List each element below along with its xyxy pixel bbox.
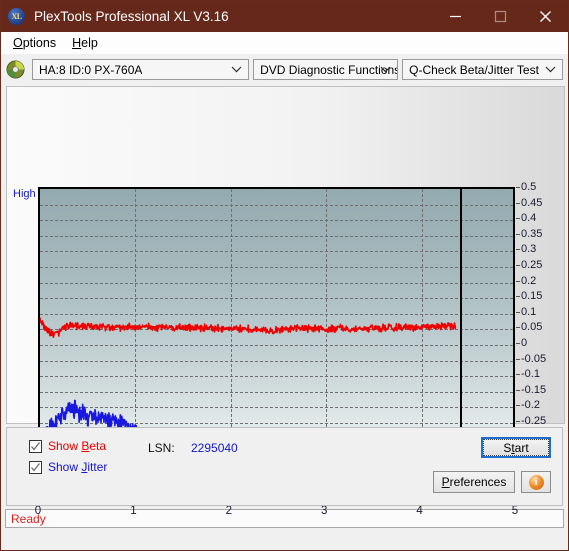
lsn-label: LSN: bbox=[148, 441, 175, 455]
preferences-button[interactable]: Preferences bbox=[433, 471, 515, 493]
maximize-icon[interactable] bbox=[478, 1, 523, 32]
y-axis-tick-label: 0 bbox=[521, 337, 528, 349]
xl-logo-icon: XL bbox=[8, 8, 25, 25]
minimize-icon[interactable] bbox=[433, 1, 478, 32]
y-axis-tick-mark bbox=[516, 311, 520, 313]
function-select-value: DVD Diagnostic Functions bbox=[260, 62, 398, 77]
window-title: PlexTools Professional XL V3.16 bbox=[34, 9, 229, 24]
menu-item-help[interactable]: Help bbox=[66, 34, 108, 52]
test-select[interactable]: Q-Check Beta/Jitter Test bbox=[402, 59, 563, 80]
function-select[interactable]: DVD Diagnostic Functions bbox=[253, 59, 399, 80]
chart-panel: High Low 0.50.450.40.350.30.250.20.150.1… bbox=[1, 85, 568, 517]
show-beta-label-post: eta bbox=[89, 439, 107, 453]
application-window: XL PlexTools Professional XL V3.16 Optio… bbox=[0, 0, 569, 551]
start-button-inner: St art bbox=[483, 439, 549, 456]
show-jitter-label: Show Jitter bbox=[48, 460, 107, 474]
y-axis-tick-mark bbox=[516, 405, 520, 407]
axis-label-high: High bbox=[13, 188, 36, 200]
status-bar: Ready bbox=[5, 509, 564, 528]
y-axis-tick-label: 0.4 bbox=[521, 212, 537, 225]
y-axis-tick-label: 0.45 bbox=[521, 196, 543, 209]
show-beta-label-pre: Show bbox=[48, 439, 82, 453]
chart-canvas: High Low 0.50.450.40.350.30.250.20.150.1… bbox=[6, 86, 565, 517]
optical-disc-icon bbox=[6, 60, 25, 79]
trace-beta bbox=[40, 317, 457, 338]
menu-bar: Options Help bbox=[1, 32, 568, 54]
show-jitter-checkbox[interactable] bbox=[29, 460, 42, 474]
y-axis-tick-mark bbox=[516, 296, 520, 298]
show-beta-checkbox[interactable] bbox=[29, 439, 42, 453]
chevron-down-icon bbox=[380, 60, 391, 79]
y-axis-tick-label: 0.1 bbox=[521, 305, 537, 318]
toolbar: HA:8 ID:0 PX-760A DVD Diagnostic Functio… bbox=[1, 54, 568, 85]
y-axis-tick-mark bbox=[516, 187, 520, 188]
chevron-down-icon bbox=[231, 60, 242, 79]
preferences-button-label-accel: P bbox=[441, 475, 450, 489]
x-axis-tick-label: 1 bbox=[130, 505, 137, 517]
preferences-button-label-post: references bbox=[449, 475, 507, 489]
info-icon-glyph: i bbox=[534, 476, 538, 488]
y-axis-tick-mark bbox=[516, 218, 520, 220]
y-axis-tick-label: 0.25 bbox=[521, 259, 543, 271]
start-button[interactable]: St art bbox=[481, 437, 551, 458]
show-beta-label: Show Beta bbox=[48, 439, 106, 453]
lsn-value: 2295040 bbox=[191, 441, 238, 455]
y-axis-tick-mark bbox=[516, 358, 520, 360]
show-beta-checkbox-row[interactable]: Show Beta bbox=[29, 439, 106, 453]
y-axis-tick-label: 0.15 bbox=[521, 290, 543, 303]
y-axis-tick-label: 0.3 bbox=[521, 243, 537, 256]
show-jitter-label-post: itter bbox=[87, 460, 108, 474]
x-axis-tick-label: 0 bbox=[34, 505, 42, 517]
info-button[interactable]: i bbox=[521, 471, 551, 493]
y-axis-tick-mark bbox=[516, 233, 520, 235]
start-button-label-pre: S bbox=[503, 440, 512, 455]
y-axis-tick-label: 0.35 bbox=[521, 227, 543, 240]
menu-item-options[interactable]: Options bbox=[7, 34, 66, 52]
y-axis-tick-label: -0.1 bbox=[521, 368, 540, 381]
y-axis-tick-mark bbox=[516, 343, 520, 344]
drive-select[interactable]: HA:8 ID:0 PX-760A bbox=[32, 59, 250, 80]
x-axis-tick-label: 3 bbox=[320, 505, 328, 517]
y-axis-tick-mark bbox=[516, 327, 520, 329]
window-controls bbox=[433, 1, 568, 32]
drive-select-value: HA:8 ID:0 PX-760A bbox=[39, 62, 143, 77]
x-axis-tick-label: 2 bbox=[225, 505, 232, 517]
control-panel: Show Beta Show Jitter LSN: 2295040 St art… bbox=[6, 427, 563, 506]
y-axis-tick-mark bbox=[516, 249, 520, 251]
y-axis-tick-label: -0.05 bbox=[521, 352, 547, 365]
y-axis-tick-label: -0.25 bbox=[521, 415, 547, 427]
title-bar: XL PlexTools Professional XL V3.16 bbox=[1, 1, 568, 32]
menu-item-help-label: elp bbox=[81, 35, 98, 50]
x-axis-tick-label: 5 bbox=[511, 505, 519, 517]
y-axis-tick-mark bbox=[516, 389, 520, 391]
y-axis-tick-label: -0.2 bbox=[521, 399, 540, 412]
start-button-label-post: art bbox=[514, 440, 529, 455]
x-axis-tick-label: 4 bbox=[416, 505, 423, 517]
test-select-value: Q-Check Beta/Jitter Test bbox=[409, 62, 539, 77]
close-icon[interactable] bbox=[523, 1, 568, 32]
show-jitter-checkbox-row[interactable]: Show Jitter bbox=[29, 460, 107, 474]
chevron-down-icon bbox=[545, 60, 556, 79]
y-axis-tick-mark bbox=[516, 280, 520, 282]
y-axis-tick-mark bbox=[516, 202, 520, 204]
y-axis-tick-label: 0.05 bbox=[521, 321, 543, 334]
y-axis-tick-label: 0.5 bbox=[521, 181, 537, 193]
y-axis-tick-mark bbox=[516, 421, 520, 422]
y-axis-tick-label: -0.15 bbox=[521, 383, 547, 396]
show-jitter-label-pre: Show bbox=[48, 460, 82, 474]
y-axis-tick-mark bbox=[516, 265, 520, 266]
y-axis-tick-label: 0.2 bbox=[521, 274, 537, 287]
menu-item-options-label: ptions bbox=[22, 35, 57, 50]
info-icon: i bbox=[528, 474, 544, 490]
y-axis-tick-mark bbox=[516, 374, 520, 376]
